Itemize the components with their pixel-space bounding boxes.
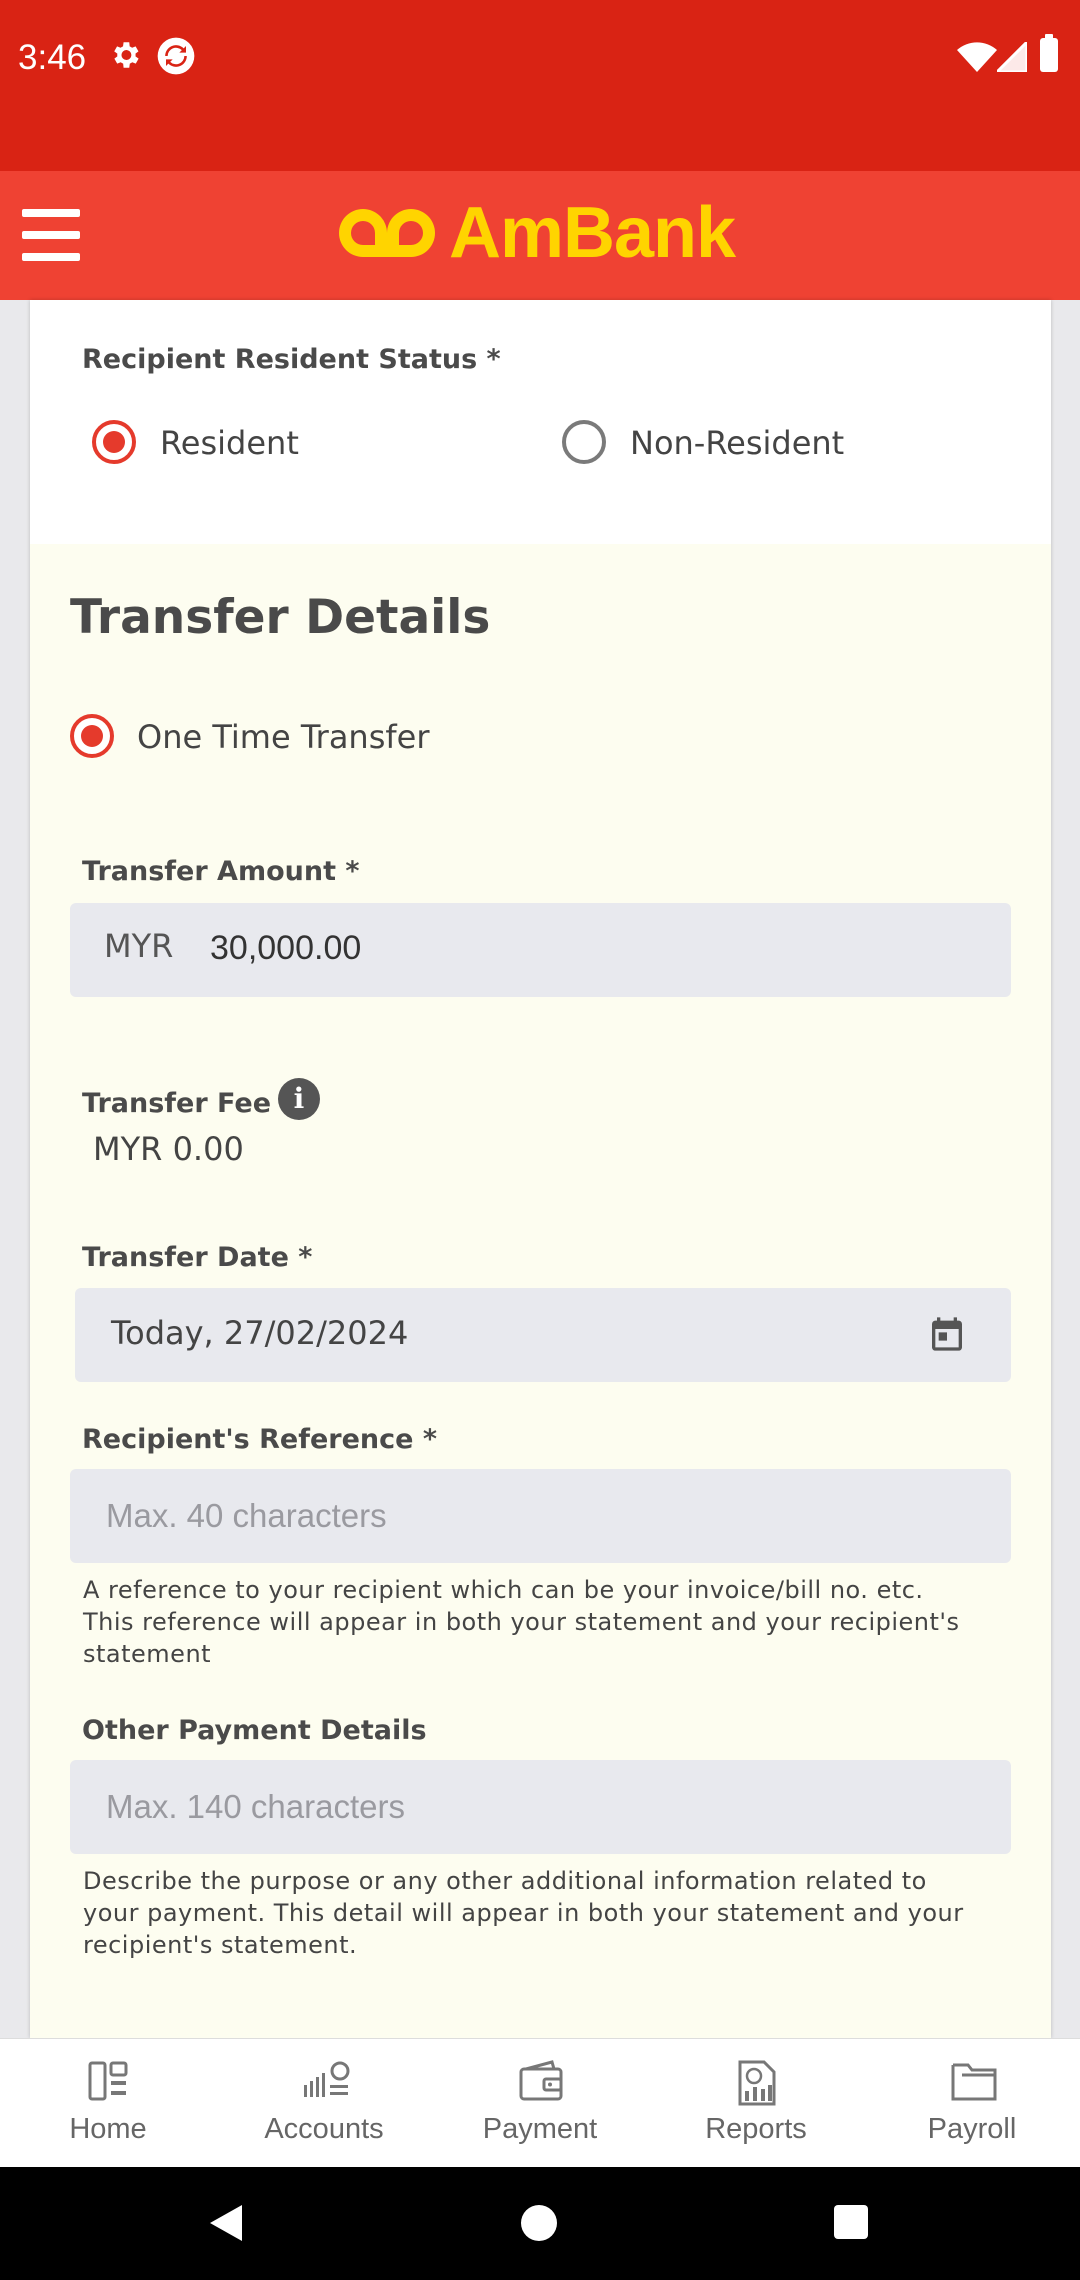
resident-status-label: Recipient Resident Status *: [82, 344, 501, 375]
resident-radio[interactable]: [92, 420, 136, 464]
transfer-date-value: Today, 27/02/2024: [111, 1314, 409, 1352]
brand-name: AmBank: [449, 193, 736, 273]
wallet-icon: [519, 2060, 563, 2101]
transfer-date-label: Transfer Date *: [82, 1242, 313, 1273]
resident-status-section: Recipient Resident Status * Resident Non…: [30, 300, 1051, 544]
gear-icon: [114, 42, 139, 68]
nav-reports[interactable]: Reports: [648, 2039, 864, 2168]
other-payment-details-input[interactable]: Max. 140 characters: [70, 1760, 1011, 1854]
nav-home[interactable]: Home: [0, 2039, 216, 2168]
transfer-amount-label: Transfer Amount *: [82, 856, 360, 887]
transfer-amount-input[interactable]: MYR 30,000.00: [70, 903, 1011, 997]
transfer-amount-value[interactable]: 30,000.00: [210, 929, 361, 968]
currency-prefix: MYR: [104, 927, 174, 965]
signal-icon: [997, 42, 1027, 72]
transfer-form-card: Recipient Resident Status * Resident Non…: [30, 300, 1051, 2038]
one-time-transfer-label[interactable]: One Time Transfer: [137, 718, 429, 756]
info-icon[interactable]: i: [278, 1078, 320, 1120]
transfer-fee-label: Transfer Fee: [82, 1088, 272, 1119]
non-resident-radio[interactable]: [562, 420, 606, 464]
nav-payment-label: Payment: [482, 2113, 598, 2145]
bottom-navigation: Home Accounts Payment Reports Payroll: [0, 2038, 1080, 2167]
nav-payroll-label: Payroll: [927, 2113, 1017, 2145]
back-icon[interactable]: [208, 2203, 244, 2243]
system-navigation-bar: [0, 2167, 1080, 2280]
nav-accounts[interactable]: Accounts: [216, 2039, 432, 2168]
recipient-reference-placeholder: Max. 40 characters: [106, 1497, 387, 1534]
ambank-logo-mark-icon: [339, 209, 435, 257]
sync-icon: [157, 37, 195, 75]
accounts-icon: [304, 2061, 350, 2097]
reports-icon: [738, 2060, 776, 2106]
recipient-reference-label: Recipient's Reference *: [82, 1424, 437, 1455]
non-resident-radio-label[interactable]: Non-Resident: [630, 424, 844, 462]
recent-apps-icon[interactable]: [834, 2205, 868, 2239]
status-time: 3:46: [18, 38, 87, 77]
home-button-icon[interactable]: [521, 2205, 557, 2241]
one-time-transfer-radio[interactable]: [70, 714, 114, 758]
home-icon: [88, 2061, 128, 2101]
menu-icon[interactable]: [22, 209, 82, 261]
resident-radio-label[interactable]: Resident: [160, 424, 299, 462]
wifi-icon: [957, 42, 997, 72]
brand-logo: AmBank: [335, 193, 736, 273]
app-bar: AmBank: [0, 171, 1080, 300]
transfer-fee-value: MYR 0.00: [93, 1130, 244, 1168]
recipient-reference-input[interactable]: Max. 40 characters: [70, 1469, 1011, 1563]
transfer-details-title: Transfer Details: [70, 590, 491, 645]
calendar-icon[interactable]: [927, 1314, 967, 1354]
status-bar: 3:46: [0, 0, 1080, 171]
transfer-date-picker[interactable]: Today, 27/02/2024: [75, 1288, 1011, 1382]
other-payment-details-label: Other Payment Details: [82, 1715, 427, 1746]
other-payment-details-help: Describe the purpose or any other additi…: [83, 1867, 964, 1959]
battery-icon: [1040, 34, 1058, 72]
nav-home-label: Home: [69, 2113, 147, 2145]
folder-icon: [951, 2063, 997, 2101]
other-payment-details-placeholder: Max. 140 characters: [106, 1788, 405, 1825]
nav-payroll[interactable]: Payroll: [864, 2039, 1080, 2168]
nav-reports-label: Reports: [705, 2113, 807, 2145]
recipient-reference-help: A reference to your recipient which can …: [83, 1576, 960, 1668]
nav-accounts-label: Accounts: [264, 2113, 384, 2145]
nav-payment[interactable]: Payment: [432, 2039, 648, 2168]
